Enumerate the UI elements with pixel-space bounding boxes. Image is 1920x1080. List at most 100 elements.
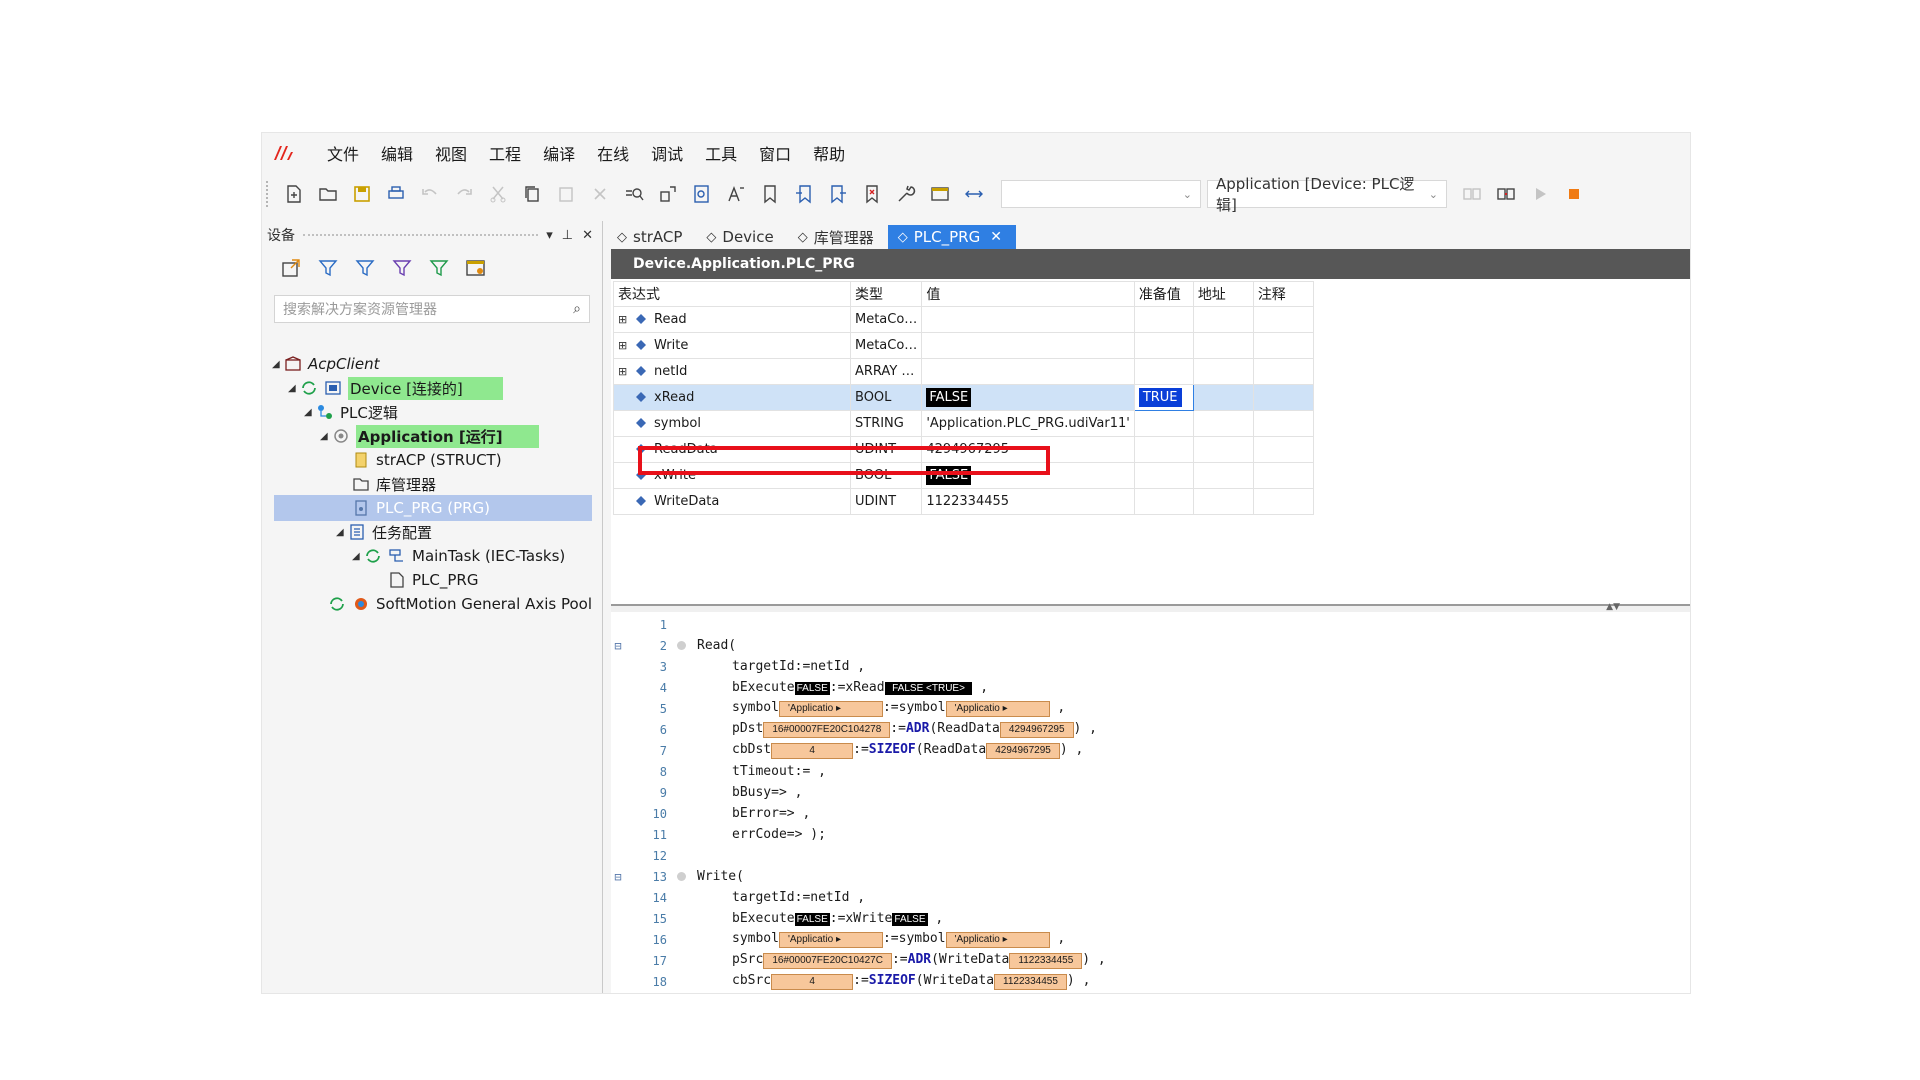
inline-value[interactable]: 4294967295: [986, 743, 1060, 759]
menu-edit[interactable]: 编辑: [370, 141, 424, 165]
inline-value[interactable]: 'Applicatio ▸: [778, 701, 883, 717]
font-button[interactable]: [725, 183, 747, 205]
clear-bookmark-button[interactable]: [861, 183, 883, 205]
stop-button[interactable]: [1563, 183, 1585, 205]
tree-item-library-manager[interactable]: 库管理器: [352, 471, 436, 497]
expand-arrow-icon[interactable]: ◢: [320, 431, 332, 442]
menu-online[interactable]: 在线: [586, 141, 640, 165]
cut-button[interactable]: [487, 183, 509, 205]
tree-item-plc-logic[interactable]: ◢ PLC逻辑: [304, 399, 398, 425]
filter-icon[interactable]: [391, 257, 413, 279]
table-row[interactable]: ⊞ netId ARRAY …: [613, 358, 1314, 385]
resize-button[interactable]: [963, 183, 985, 205]
collapse-arrows-icon[interactable]: ▲▼: [1606, 602, 1620, 612]
expand-plus-icon[interactable]: ⊞: [618, 365, 634, 378]
inline-value[interactable]: 'Applicatio ▸: [945, 932, 1050, 948]
paste-button[interactable]: [555, 183, 577, 205]
tools-button[interactable]: [895, 183, 917, 205]
inline-value-prepared[interactable]: FALSE <TRUE>: [884, 682, 973, 695]
filter-icon[interactable]: [354, 257, 376, 279]
column-header-value[interactable]: 值: [921, 281, 1135, 307]
inline-value[interactable]: 16#00007FE20C10427C: [763, 953, 892, 969]
menu-help[interactable]: 帮助: [802, 141, 856, 165]
column-header-type[interactable]: 类型: [849, 281, 923, 307]
watch-prepared[interactable]: [1133, 358, 1194, 385]
print-button[interactable]: [385, 183, 407, 205]
fold-toggle-icon[interactable]: ⊟: [611, 639, 625, 653]
close-icon[interactable]: ✕: [582, 228, 593, 243]
inline-value[interactable]: 'Applicatio ▸: [778, 932, 883, 948]
toolbar-combo-empty[interactable]: ⌄: [1001, 180, 1201, 208]
inline-value[interactable]: FALSE: [794, 913, 830, 926]
inline-value[interactable]: 'Applicatio ▸: [945, 701, 1050, 717]
menu-debug[interactable]: 调试: [640, 141, 694, 165]
panel-grip[interactable]: [303, 234, 539, 236]
inline-value[interactable]: FALSE: [892, 913, 928, 926]
expand-plus-icon[interactable]: ⊞: [618, 339, 634, 352]
logout-button[interactable]: [1495, 183, 1517, 205]
find-in-file-button[interactable]: [691, 183, 713, 205]
search-icon[interactable]: ⌕: [573, 301, 581, 317]
menu-window[interactable]: 窗口: [748, 141, 802, 165]
login-button[interactable]: [1461, 183, 1483, 205]
table-row[interactable]: WriteData UDINT 1122334455: [613, 488, 1314, 515]
column-header-prepared-value[interactable]: 准备值: [1133, 281, 1194, 307]
inline-value[interactable]: 16#00007FE20C104278: [763, 722, 891, 738]
panel-menu-icon[interactable]: ▾: [546, 228, 553, 243]
inline-value[interactable]: 1122334455: [994, 974, 1067, 990]
table-row[interactable]: ⊞ Read MetaCo…: [613, 306, 1314, 333]
inline-value[interactable]: 4: [771, 743, 854, 759]
menu-file[interactable]: 文件: [316, 141, 370, 165]
table-row-selected[interactable]: xRead BOOL FALSE TRUE: [613, 384, 1314, 411]
table-row[interactable]: ⊞ Write MetaCo…: [613, 332, 1314, 359]
inline-value[interactable]: FALSE: [794, 682, 830, 695]
delete-button[interactable]: [589, 183, 611, 205]
new-file-button[interactable]: [283, 183, 305, 205]
tree-item-maintask[interactable]: ◢ MainTask (IEC-Tasks): [352, 543, 565, 569]
close-icon[interactable]: ✕: [990, 229, 1002, 245]
save-button[interactable]: [351, 183, 373, 205]
tab-device[interactable]: ◇ Device: [696, 225, 787, 249]
window-button[interactable]: [929, 183, 951, 205]
menu-view[interactable]: 视图: [424, 141, 478, 165]
inline-value[interactable]: 1122334455: [1009, 953, 1083, 969]
settings-window-icon[interactable]: [465, 257, 487, 279]
find-button[interactable]: [623, 183, 645, 205]
expand-arrow-icon[interactable]: ◢: [288, 383, 300, 394]
pin-icon[interactable]: ⊥: [562, 228, 573, 243]
next-bookmark-button[interactable]: [827, 183, 849, 205]
bookmark-button[interactable]: [759, 183, 781, 205]
replace-button[interactable]: [657, 183, 679, 205]
expand-arrow-icon[interactable]: ◢: [336, 527, 348, 538]
application-selector[interactable]: Application [Device: PLC逻辑] ⌄: [1207, 175, 1447, 214]
toolbar-grip[interactable]: [266, 181, 271, 207]
expand-arrow-icon[interactable]: ◢: [272, 359, 284, 370]
watch-prepared[interactable]: [1133, 436, 1194, 463]
watch-prepared[interactable]: [1133, 488, 1194, 515]
tree-item-task-config[interactable]: ◢ 任务配置: [336, 519, 432, 545]
prepared-value-true[interactable]: TRUE: [1138, 388, 1182, 407]
inline-value[interactable]: 4294967295: [999, 722, 1074, 738]
inline-value[interactable]: 4: [771, 974, 854, 990]
tree-item-device[interactable]: ◢ Device [连接的]: [288, 375, 503, 401]
table-row[interactable]: symbol STRING 'Application.PLC_PRG.udiVa…: [613, 410, 1314, 437]
breakpoint-marker[interactable]: [677, 872, 686, 881]
column-header-expression[interactable]: 表达式: [613, 281, 851, 307]
tree-item-application[interactable]: ◢ Application [运行]: [320, 423, 539, 449]
menu-build[interactable]: 编译: [532, 141, 586, 165]
search-input[interactable]: 搜索解决方案资源管理器 ⌕: [274, 295, 590, 323]
filter-icon[interactable]: [317, 257, 339, 279]
breakpoint-marker[interactable]: [677, 641, 686, 650]
start-button[interactable]: [1529, 183, 1551, 205]
fold-toggle-icon[interactable]: ⊟: [611, 870, 625, 884]
tree-item-plc-prg-selected[interactable]: PLC_PRG (PRG): [274, 495, 592, 521]
tab-library-manager[interactable]: ◇ 库管理器: [788, 225, 888, 249]
tree-item-plc-prg-call[interactable]: PLC_PRG: [388, 567, 478, 593]
menu-tools[interactable]: 工具: [694, 141, 748, 165]
copy-button[interactable]: [521, 183, 543, 205]
filter-icon[interactable]: [428, 257, 450, 279]
expand-plus-icon[interactable]: ⊞: [618, 313, 634, 326]
menu-project[interactable]: 工程: [478, 141, 532, 165]
column-header-comment[interactable]: 注释: [1252, 281, 1314, 307]
watch-prepared[interactable]: [1133, 462, 1194, 489]
